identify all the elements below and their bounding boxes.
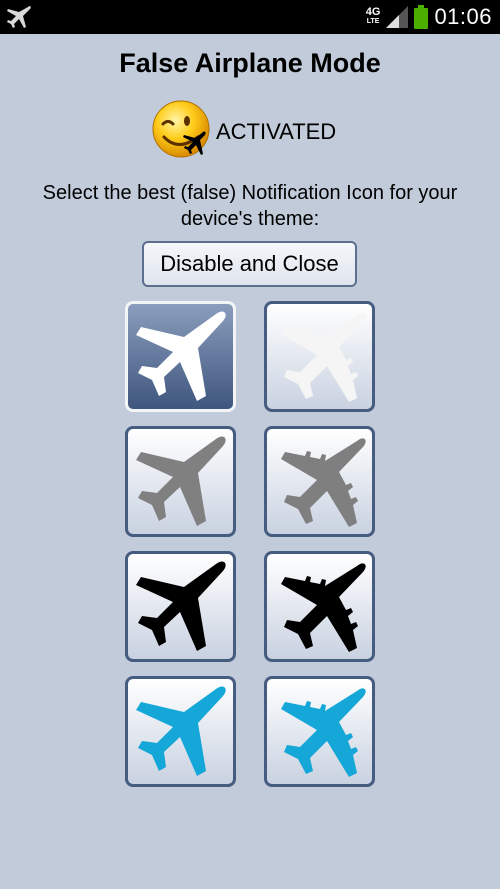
battery-icon (414, 5, 429, 29)
airplane-icon (281, 438, 366, 527)
icon-option-5[interactable] (125, 551, 236, 662)
icon-option-7[interactable] (125, 676, 236, 787)
disable-and-close-button[interactable]: Disable and Close (142, 241, 357, 287)
icon-option-2[interactable] (264, 301, 375, 412)
icon-option-4[interactable] (264, 426, 375, 537)
activation-status: ACTIVATED (150, 97, 370, 165)
airplane-icon (136, 561, 226, 651)
airplane-icon (281, 313, 366, 402)
airplane-icon (136, 311, 226, 401)
airplane-icon (281, 688, 366, 777)
page-title: False Airplane Mode (119, 48, 381, 78)
airplane-icon (136, 686, 226, 776)
smiley-airplane-icon (152, 100, 210, 158)
icon-option-1[interactable] (125, 301, 236, 412)
icon-option-6[interactable] (264, 551, 375, 662)
network-subtype: LTE (366, 18, 380, 25)
status-bar: 4G LTE 01:06 (0, 0, 500, 34)
icon-options-grid (125, 301, 375, 789)
icon-option-8[interactable] (264, 676, 375, 787)
signal-icon (386, 6, 409, 28)
status-text: ACTIVATED (216, 119, 337, 144)
airplane-icon (136, 436, 226, 526)
network-indicator: 4G LTE (366, 7, 381, 27)
instruction-text: Select the best (false) Notification Ico… (42, 182, 458, 230)
airplane-icon (281, 563, 366, 652)
icon-option-3[interactable] (125, 426, 236, 537)
airplane-icon (7, 6, 31, 28)
clock: 01:06 (434, 4, 492, 29)
